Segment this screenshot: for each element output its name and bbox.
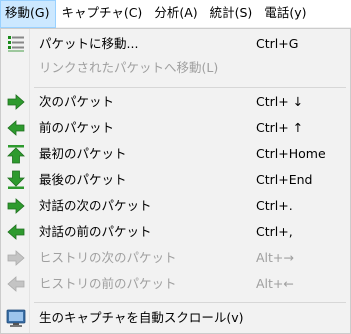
menu-item-next-conversation-packet[interactable]: 対話の次のパケット Ctrl+. xyxy=(3,193,348,219)
menu-item-shortcut: Ctrl+ ↑ xyxy=(256,120,304,135)
menu-separator xyxy=(34,302,346,303)
monitor-icon xyxy=(6,309,26,327)
arrow-up-bar-icon xyxy=(7,145,25,164)
menu-item-shortcut: Ctrl+. xyxy=(256,198,293,213)
menu-item-label: ヒストリの前のパケット xyxy=(39,276,177,291)
history-next-icon xyxy=(7,250,25,266)
menu-item-first-packet[interactable]: 最初のパケット Ctrl+Home xyxy=(3,141,348,167)
menu-item-label: 対話の前のパケット xyxy=(39,224,152,239)
menu-statistics[interactable]: 統計(S) xyxy=(205,0,260,28)
menu-go[interactable]: 移動(G) xyxy=(0,0,57,28)
menu-item-shortcut: Ctrl+Home xyxy=(256,146,326,161)
menu-item-shortcut: Alt+→ xyxy=(256,250,294,265)
menu-item-shortcut: Ctrl+End xyxy=(256,172,313,187)
history-prev-icon xyxy=(7,276,25,292)
menu-item-shortcut: Ctrl+G xyxy=(256,36,299,51)
menu-item-label: 次のパケット xyxy=(39,94,115,109)
conversation-next-icon xyxy=(7,198,25,214)
menu-item-next-history-packet[interactable]: ヒストリの次のパケット Alt+→ xyxy=(3,245,348,271)
menu-item-shortcut: Ctrl+ ↓ xyxy=(256,94,304,109)
menu-item-label: ヒストリの次のパケット xyxy=(39,250,177,265)
arrow-down-bar-icon xyxy=(7,170,25,189)
goto-packet-icon xyxy=(8,36,24,52)
menu-item-previous-history-packet[interactable]: ヒストリの前のパケット Alt+← xyxy=(3,271,348,297)
menu-item-label: パケットに移動... xyxy=(39,36,139,51)
menu-item-previous-conversation-packet[interactable]: 対話の前のパケット Ctrl+, xyxy=(3,219,348,245)
menu-item-label: 対話の次のパケット xyxy=(39,198,152,213)
arrow-left-icon xyxy=(7,120,25,136)
menu-telephony[interactable]: 電話(y) xyxy=(259,0,313,28)
menu-capture[interactable]: キャプチャ(C) xyxy=(56,0,149,28)
menu-item-label: 前のパケット xyxy=(39,120,115,135)
menu-item-label: リンクされたパケットへ移動(L) xyxy=(39,60,219,75)
arrow-right-icon xyxy=(7,94,25,110)
menu-item-goto-linked-packet[interactable]: リンクされたパケットへ移動(L) xyxy=(3,55,348,81)
menu-item-label: 生のキャプチャを自動スクロール(v) xyxy=(39,310,244,325)
menu-item-label: 最後のパケット xyxy=(39,172,127,187)
menu-item-previous-packet[interactable]: 前のパケット Ctrl+ ↑ xyxy=(3,115,348,141)
menu-item-last-packet[interactable]: 最後のパケット Ctrl+End xyxy=(3,167,348,193)
menu-analyze[interactable]: 分析(A) xyxy=(149,0,204,28)
conversation-prev-icon xyxy=(7,224,25,240)
menu-item-goto-packet[interactable]: パケットに移動... Ctrl+G xyxy=(3,31,348,57)
menu-item-next-packet[interactable]: 次のパケット Ctrl+ ↓ xyxy=(3,89,348,115)
menu-item-auto-scroll-live-capture[interactable]: 生のキャプチャを自動スクロール(v) xyxy=(3,305,348,331)
menu-item-shortcut: Ctrl+, xyxy=(256,224,293,239)
menu-bar: 移動(G) キャプチャ(C) 分析(A) 統計(S) 電話(y) xyxy=(0,0,351,28)
menu-separator xyxy=(34,87,346,88)
menu-item-shortcut: Alt+← xyxy=(256,276,294,291)
menu-item-label: 最初のパケット xyxy=(39,146,127,161)
go-dropdown-menu: パケットに移動... Ctrl+G リンクされたパケットへ移動(L) 次のパケッ… xyxy=(0,28,351,334)
